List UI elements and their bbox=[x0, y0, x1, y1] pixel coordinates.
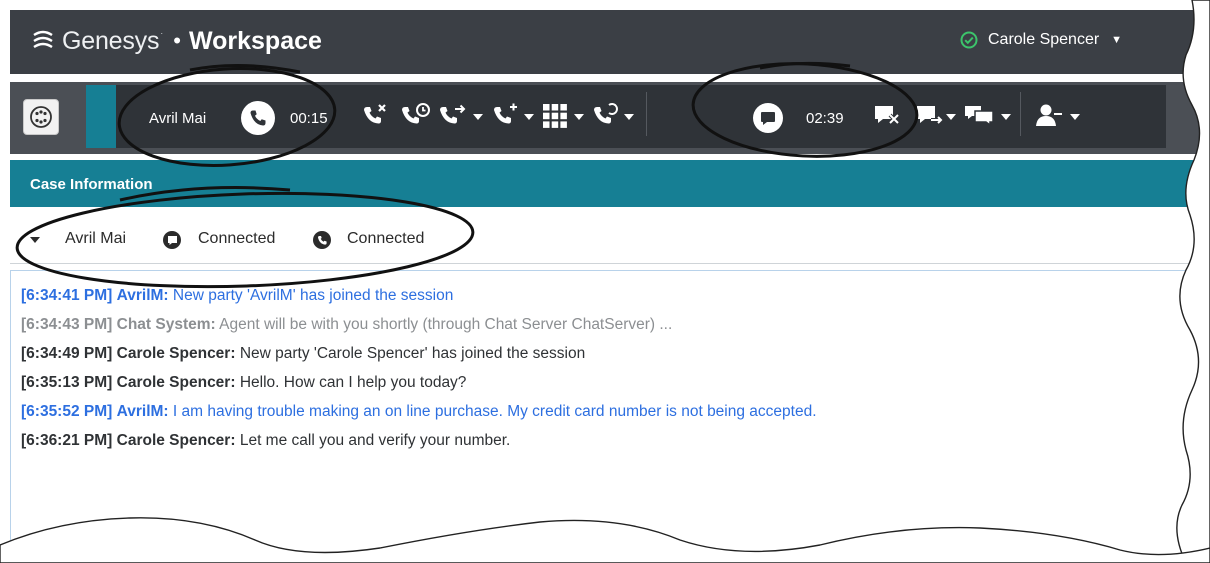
help-icon[interactable] bbox=[1200, 30, 1210, 52]
chat-status-icon bbox=[163, 231, 181, 249]
chat-connection-status: Connected bbox=[198, 230, 276, 247]
transcript-line: [6:34:49 PM] Carole Spencer: New party '… bbox=[21, 345, 585, 363]
check-circle-icon bbox=[960, 31, 978, 49]
voice-status-icon bbox=[313, 231, 331, 249]
chat-timer: 02:39 bbox=[806, 110, 844, 127]
message-text: Let me call you and verify your number. bbox=[239, 432, 511, 449]
genesys-logo-icon bbox=[33, 30, 53, 49]
brand-mark: · bbox=[160, 28, 164, 38]
consult-chat-icon[interactable] bbox=[963, 102, 997, 130]
transcript-line: [6:34:43 PM] Chat System: Agent will be … bbox=[21, 316, 672, 334]
keypad-menu-caret[interactable] bbox=[574, 114, 584, 120]
message-time: [6:34:49 PM] bbox=[21, 345, 113, 362]
party-status-row: Avril Mai Connected Connected bbox=[10, 213, 1210, 264]
consult-menu-caret[interactable] bbox=[624, 114, 634, 120]
message-sender: AvrilM: bbox=[116, 403, 169, 420]
party-action-menu-caret[interactable] bbox=[1070, 114, 1080, 120]
message-sender: Carole Spencer: bbox=[116, 374, 236, 391]
chat-bubble-icon bbox=[753, 103, 783, 133]
transcript-line: [6:35:52 PM] AvrilM: I am having trouble… bbox=[21, 403, 817, 421]
case-information-title: Case Information bbox=[30, 176, 153, 193]
workspace-window: Genesys · • Workspace Carole Spencer ▼ A… bbox=[0, 0, 1210, 563]
conference-menu-caret[interactable] bbox=[524, 114, 534, 120]
dial-pad-icon bbox=[30, 106, 52, 128]
toolbar-divider bbox=[1020, 92, 1021, 136]
toolbar-divider bbox=[646, 92, 647, 136]
message-sender: Chat System: bbox=[116, 316, 216, 333]
voice-connection-status: Connected bbox=[347, 230, 425, 247]
transcript-line: [6:34:41 PM] AvrilM: New party 'AvrilM' … bbox=[21, 287, 453, 305]
message-time: [6:34:41 PM] bbox=[21, 287, 113, 304]
transfer-chat-menu-caret[interactable] bbox=[946, 114, 956, 120]
case-information-header: Case Information bbox=[10, 160, 1210, 207]
message-text: New party 'AvrilM' has joined the sessio… bbox=[172, 287, 454, 304]
active-interaction-indicator bbox=[86, 85, 116, 148]
interaction-toolbar: Avril Mai 00:15 02:39 bbox=[10, 82, 1210, 154]
party-action-icon[interactable] bbox=[1032, 102, 1068, 130]
message-sender: Carole Spencer: bbox=[116, 432, 236, 449]
agent-name: Carole Spencer bbox=[988, 31, 1100, 48]
navigation-menu-button[interactable] bbox=[23, 99, 59, 135]
message-text: New party 'Carole Spencer' has joined th… bbox=[239, 345, 586, 362]
keypad-icon[interactable] bbox=[542, 102, 568, 130]
app-logo: Genesys · • Workspace bbox=[30, 23, 322, 59]
message-sender: AvrilM: bbox=[116, 287, 169, 304]
transcript-line: [6:35:13 PM] Carole Spencer: Hello. How … bbox=[21, 374, 466, 392]
end-call-icon[interactable] bbox=[362, 102, 392, 130]
consult-chat-menu-caret[interactable] bbox=[1001, 114, 1011, 120]
transfer-menu-caret[interactable] bbox=[473, 114, 483, 120]
brand-name: Genesys bbox=[62, 26, 160, 55]
message-time: [6:34:43 PM] bbox=[21, 316, 113, 333]
message-text: Hello. How can I help you today? bbox=[239, 374, 467, 391]
call-party-name[interactable]: Avril Mai bbox=[149, 110, 206, 127]
end-chat-icon[interactable] bbox=[872, 102, 904, 130]
message-text: I am having trouble making an on line pu… bbox=[172, 403, 817, 420]
transfer-chat-icon[interactable] bbox=[914, 102, 946, 130]
transfer-call-icon[interactable] bbox=[438, 102, 470, 130]
message-sender: Carole Spencer: bbox=[116, 345, 236, 362]
expand-party-caret[interactable] bbox=[30, 237, 40, 243]
conference-call-icon[interactable] bbox=[492, 102, 522, 130]
consult-call-icon[interactable] bbox=[592, 102, 622, 130]
message-time: [6:35:13 PM] bbox=[21, 374, 113, 391]
title-separator: • bbox=[173, 28, 181, 53]
phone-icon bbox=[241, 101, 275, 135]
party-name[interactable]: Avril Mai bbox=[65, 230, 126, 248]
hold-call-icon[interactable] bbox=[400, 102, 432, 130]
message-time: [6:36:21 PM] bbox=[21, 432, 113, 449]
chevron-down-icon: ▼ bbox=[1111, 34, 1123, 46]
message-time: [6:35:52 PM] bbox=[21, 403, 113, 420]
product-name: Workspace bbox=[188, 26, 322, 55]
chat-transcript[interactable]: [6:34:41 PM] AvrilM: New party 'AvrilM' … bbox=[10, 270, 1210, 563]
transcript-line: [6:36:21 PM] Carole Spencer: Let me call… bbox=[21, 432, 510, 450]
message-text: Agent will be with you shortly (through … bbox=[219, 316, 673, 333]
agent-status-menu[interactable]: Carole Spencer ▼ bbox=[960, 31, 1122, 49]
call-timer: 00:15 bbox=[290, 110, 328, 127]
title-bar: Genesys · • Workspace Carole Spencer ▼ bbox=[10, 10, 1210, 74]
